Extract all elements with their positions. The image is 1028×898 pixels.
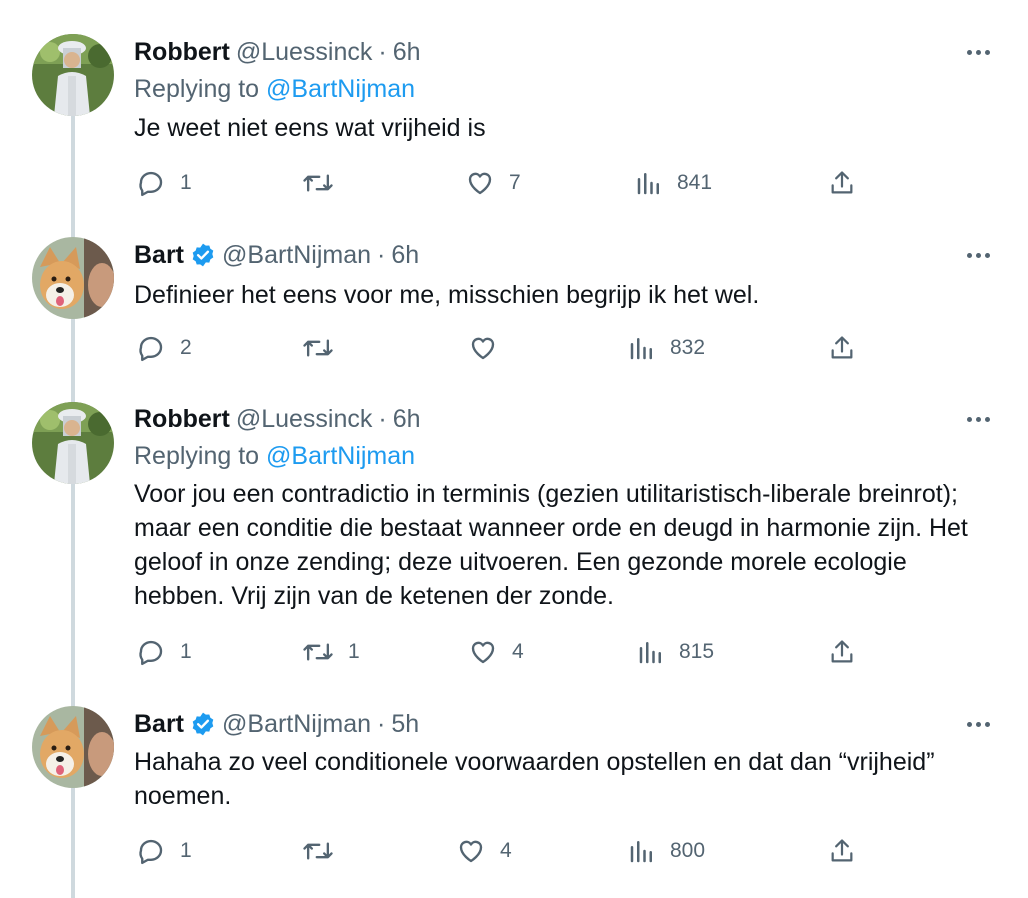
tweet-actions: 1 7 841 <box>0 165 1028 201</box>
reply-icon <box>139 171 163 197</box>
views-button[interactable]: 815 <box>637 634 714 670</box>
author-name[interactable]: Robbert <box>134 38 230 67</box>
author-name[interactable]: Bart <box>134 710 184 739</box>
tweet-actions: 1 1 4 815 <box>0 634 1028 670</box>
tweet-actions: 1 4 800 <box>0 833 1028 869</box>
retweet-button[interactable] <box>302 330 348 366</box>
heart-icon <box>471 337 495 360</box>
author-handle[interactable]: @BartNijman <box>222 710 371 739</box>
share-button[interactable] <box>828 165 856 201</box>
replying-to-label: Replying to <box>134 75 260 103</box>
more-icon[interactable] <box>962 714 994 734</box>
view-count: 800 <box>670 839 706 862</box>
verified-badge-icon <box>192 712 214 736</box>
timestamp[interactable]: 6h <box>393 405 421 434</box>
timestamp[interactable]: 6h <box>391 241 419 270</box>
share-icon <box>831 336 853 359</box>
avatar[interactable] <box>32 34 114 116</box>
more-icon[interactable] <box>962 245 994 265</box>
tweet-text: Je weet niet eens wat vrijheid is <box>134 114 486 142</box>
like-button[interactable]: 4 <box>456 833 512 869</box>
avatar[interactable] <box>32 706 114 788</box>
views-icon <box>637 173 659 195</box>
reply-icon <box>139 839 163 865</box>
views-button[interactable]: 832 <box>628 330 705 366</box>
view-count: 832 <box>670 336 706 359</box>
like-button[interactable]: 7 <box>465 165 521 201</box>
replying-to-mention[interactable]: @BartNijman <box>266 75 415 103</box>
retweet-icon <box>303 643 333 661</box>
like-count: 4 <box>512 640 524 663</box>
retweet-count: 1 <box>348 640 360 663</box>
views-button[interactable]: 800 <box>628 833 705 869</box>
tweet-actions: 2 832 <box>0 330 1028 366</box>
view-count: 841 <box>677 171 713 194</box>
like-count: 4 <box>500 839 512 862</box>
reply-icon <box>139 336 163 362</box>
reply-count: 1 <box>180 640 192 663</box>
share-button[interactable] <box>828 634 856 670</box>
author-handle[interactable]: @Luessinck <box>236 405 373 434</box>
tweet-text: Voor jou een contradictio in terminis (g… <box>134 480 968 610</box>
reply-count: 1 <box>180 839 192 862</box>
retweet-icon <box>303 339 333 357</box>
share-button[interactable] <box>828 833 856 869</box>
replying-to: Replying to @BartNijman <box>134 75 415 104</box>
view-count: 815 <box>679 640 715 663</box>
retweet-icon <box>303 842 333 860</box>
views-icon <box>630 338 652 360</box>
tweet-text: Definieer het eens voor me, misschien be… <box>134 281 760 309</box>
replying-to-mention[interactable]: @BartNijman <box>266 442 415 470</box>
retweet-button[interactable] <box>302 833 348 869</box>
retweet-icon <box>303 174 333 192</box>
views-icon <box>630 841 652 863</box>
like-count: 7 <box>509 171 521 194</box>
separator-dot: · <box>377 240 386 269</box>
separator-dot: · <box>378 404 387 433</box>
share-icon <box>831 640 853 663</box>
tweet-header: Robbert @Luessinck · 6h <box>134 402 421 436</box>
author-handle[interactable]: @Luessinck <box>236 38 373 67</box>
avatar[interactable] <box>32 402 114 484</box>
heart-icon <box>459 840 483 863</box>
reply-button[interactable]: 1 <box>136 833 192 869</box>
timestamp[interactable]: 5h <box>391 710 419 739</box>
heart-icon <box>468 172 492 195</box>
more-icon[interactable] <box>962 42 994 62</box>
share-button[interactable] <box>828 330 856 366</box>
reply-count: 1 <box>180 171 192 194</box>
replying-to-label: Replying to <box>134 442 260 470</box>
separator-dot: · <box>378 37 387 66</box>
replying-to: Replying to @BartNijman <box>134 442 415 471</box>
timestamp[interactable]: 6h <box>393 38 421 67</box>
views-button[interactable]: 841 <box>635 165 712 201</box>
retweet-button[interactable] <box>302 165 348 201</box>
heart-icon <box>471 641 495 664</box>
reply-button[interactable]: 2 <box>136 330 192 366</box>
retweet-button[interactable]: 1 <box>302 634 360 670</box>
author-name[interactable]: Robbert <box>134 405 230 434</box>
tweet-text: Hahaha zo veel conditionele voorwaarden … <box>134 748 935 810</box>
like-button[interactable]: 4 <box>468 634 524 670</box>
avatar[interactable] <box>32 237 114 319</box>
reply-icon <box>139 640 163 666</box>
reply-button[interactable]: 1 <box>136 634 192 670</box>
more-icon[interactable] <box>962 409 994 429</box>
author-handle[interactable]: @BartNijman <box>222 241 371 270</box>
tweet-header: Bart @BartNijman · 6h <box>134 238 419 272</box>
share-icon <box>831 171 853 194</box>
tweet-header: Robbert @Luessinck · 6h <box>134 35 421 69</box>
views-icon <box>639 642 661 664</box>
reply-count: 2 <box>180 336 192 359</box>
reply-button[interactable]: 1 <box>136 165 192 201</box>
author-name[interactable]: Bart <box>134 241 184 270</box>
separator-dot: · <box>377 709 386 738</box>
share-icon <box>831 839 853 862</box>
like-button[interactable] <box>468 330 512 366</box>
verified-badge-icon <box>192 243 214 267</box>
tweet-header: Bart @BartNijman · 5h <box>134 707 419 741</box>
